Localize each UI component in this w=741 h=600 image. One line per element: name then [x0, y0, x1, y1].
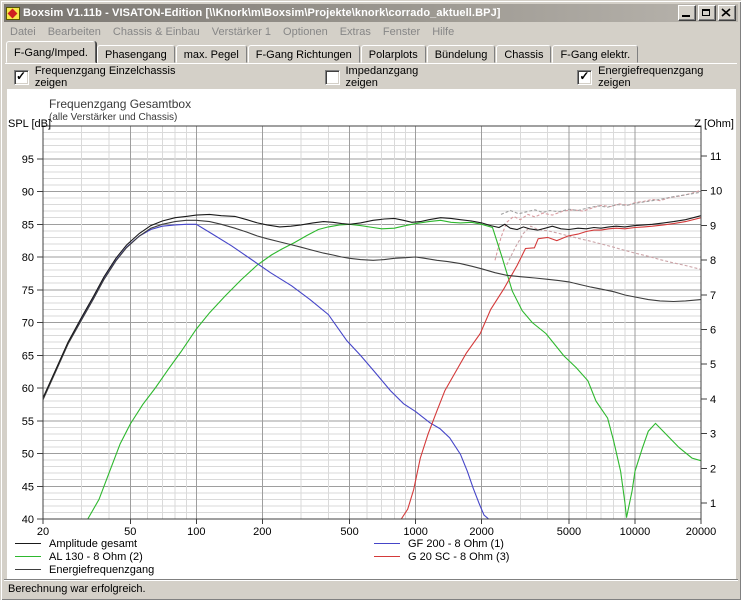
svg-text:8: 8 — [710, 255, 716, 267]
svg-text:5000: 5000 — [557, 526, 581, 535]
tab-buendelung[interactable]: Bündelung — [426, 45, 496, 63]
svg-text:65: 65 — [22, 350, 34, 362]
status-message: Berechnung war erfolgreich. — [8, 582, 146, 595]
legend-label: GF 200 - 8 Ohm (1) — [408, 537, 504, 550]
tab-phasengang[interactable]: Phasengang — [96, 45, 175, 63]
legend-item-al130: AL 130 - 8 Ohm (2) — [15, 550, 154, 563]
svg-text:10: 10 — [710, 186, 722, 198]
svg-text:60: 60 — [22, 383, 34, 395]
svg-text:3: 3 — [710, 429, 716, 441]
menu-extras[interactable]: Extras — [334, 24, 377, 40]
window-title: Boxsim V1.11b - VISATON-Edition [\\Knork… — [23, 7, 501, 19]
legend-line-swatch — [374, 556, 400, 557]
svg-text:9: 9 — [710, 220, 716, 232]
tab-fgang-richtungen[interactable]: F-Gang Richtungen — [247, 45, 360, 63]
menu-bearbeiten[interactable]: Bearbeiten — [42, 24, 107, 40]
menu-verstaerker[interactable]: Verstärker 1 — [206, 24, 277, 40]
minimize-icon — [682, 15, 690, 17]
tab-chassis[interactable]: Chassis — [496, 45, 552, 63]
legend-line-swatch — [15, 569, 41, 570]
svg-text:2000: 2000 — [469, 526, 493, 535]
svg-text:70: 70 — [22, 318, 34, 330]
svg-text:80: 80 — [22, 252, 34, 264]
svg-text:20: 20 — [37, 526, 49, 535]
legend-line-swatch — [15, 556, 41, 557]
minimize-button[interactable] — [678, 5, 696, 21]
svg-text:85: 85 — [22, 219, 34, 231]
legend-label: G 20 SC - 8 Ohm (3) — [408, 550, 510, 563]
maximize-icon — [702, 9, 710, 16]
chart-title: Frequenzgang Gesamtbox — [49, 97, 192, 111]
tab-max-pegel[interactable]: max. Pegel — [175, 45, 247, 63]
svg-text:55: 55 — [22, 416, 34, 428]
svg-text:2: 2 — [710, 463, 716, 475]
svg-text:45: 45 — [22, 481, 34, 493]
menu-datei[interactable]: Datei — [4, 24, 42, 40]
menu-chassis-einbau[interactable]: Chassis & Einbau — [107, 24, 206, 40]
checkbox-icon[interactable] — [577, 69, 593, 85]
checkbox-label: Impedanzgang zeigen — [345, 65, 419, 89]
close-icon — [721, 8, 731, 17]
svg-text:90: 90 — [22, 187, 34, 199]
checkbox-frequenzgang-einzelchassis[interactable]: Frequenzgang Einzelchassis zeigen — [14, 65, 209, 89]
title-bar: Boxsim V1.11b - VISATON-Edition [\\Knork… — [4, 4, 738, 22]
legend-label: Amplitude gesamt — [49, 537, 138, 550]
svg-text:40: 40 — [22, 514, 34, 526]
y-axis-left-label: SPL [dB] — [8, 118, 52, 130]
checkbox-impedanzgang[interactable]: Impedanzgang zeigen — [324, 65, 453, 89]
svg-text:1000: 1000 — [403, 526, 427, 535]
checkbox-label: Frequenzgang Einzelchassis zeigen — [34, 65, 176, 89]
svg-text:5: 5 — [710, 359, 716, 371]
tab-fgang-imped[interactable]: F-Gang/Imped. — [6, 41, 96, 63]
chart-subtitle: (alle Verstärker und Chassis) — [49, 112, 178, 123]
close-button[interactable] — [718, 5, 736, 21]
checkbox-energiefrequenzgang[interactable]: Energiefrequenzgang zeigen — [577, 65, 737, 89]
legend-item-energiefrequenzgang: Energiefrequenzgang — [15, 563, 154, 576]
svg-text:50: 50 — [22, 449, 34, 461]
menu-fenster[interactable]: Fenster — [377, 24, 426, 40]
tab-bar: F-Gang/Imped. Phasengang max. Pegel F-Ga… — [4, 41, 738, 63]
svg-text:95: 95 — [22, 154, 34, 166]
svg-text:500: 500 — [340, 526, 358, 535]
status-bar: Berechnung war erfolgreich. — [4, 579, 738, 597]
svg-text:100: 100 — [187, 526, 205, 535]
checkbox-label: Energiefrequenzgang zeigen — [598, 65, 704, 89]
checkbox-icon[interactable] — [324, 69, 340, 85]
legend-item-gf200: GF 200 - 8 Ohm (1) — [374, 537, 509, 550]
checkbox-icon[interactable] — [14, 69, 29, 85]
menu-hilfe[interactable]: Hilfe — [426, 24, 460, 40]
menu-bar: Datei Bearbeiten Chassis & Einbau Verstä… — [4, 23, 738, 41]
app-window: Boxsim V1.11b - VISATON-Edition [\\Knork… — [0, 0, 741, 600]
svg-text:200: 200 — [253, 526, 271, 535]
svg-text:1: 1 — [710, 498, 716, 510]
chart-panel: Frequenzgang Gesamtbox (alle Verstärker … — [7, 89, 736, 579]
svg-text:7: 7 — [710, 290, 716, 302]
svg-text:4: 4 — [710, 394, 716, 406]
svg-text:75: 75 — [22, 285, 34, 297]
y-axis-right-label: Z [Ohm] — [694, 118, 734, 130]
svg-text:50: 50 — [124, 526, 136, 535]
app-icon[interactable] — [6, 6, 20, 20]
menu-optionen[interactable]: Optionen — [277, 24, 334, 40]
svg-text:20000: 20000 — [686, 526, 717, 535]
frequency-response-plot: 404550556065707580859095123456789101120 5… — [22, 125, 722, 538]
tab-fgang-elektr[interactable]: F-Gang elektr. — [552, 45, 639, 63]
svg-text:10000: 10000 — [620, 526, 651, 535]
tab-polarplots[interactable]: Polarplots — [360, 45, 426, 63]
svg-text:6: 6 — [710, 325, 716, 337]
legend-label: AL 130 - 8 Ohm (2) — [49, 550, 143, 563]
svg-text:11: 11 — [710, 151, 721, 163]
legend-line-swatch — [15, 543, 41, 544]
legend-item-amplitude: Amplitude gesamt — [15, 537, 154, 550]
option-row: Frequenzgang Einzelchassis zeigen Impeda… — [5, 63, 737, 90]
legend-label: Energiefrequenzgang — [49, 563, 155, 576]
legend-item-g20sc: G 20 SC - 8 Ohm (3) — [374, 550, 509, 563]
legend-line-swatch — [374, 543, 400, 544]
maximize-button[interactable] — [698, 5, 716, 21]
